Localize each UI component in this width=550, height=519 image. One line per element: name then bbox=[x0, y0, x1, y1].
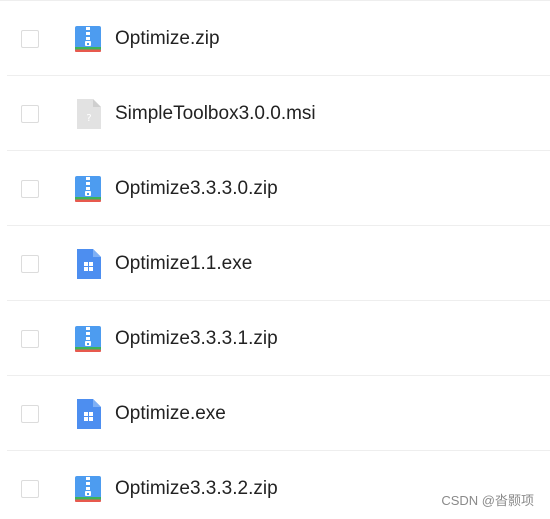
file-name[interactable]: SimpleToolbox3.0.0.msi bbox=[115, 103, 316, 125]
file-row[interactable]: Optimize.zip bbox=[0, 1, 550, 76]
file-name[interactable]: Optimize3.3.3.0.zip bbox=[115, 178, 278, 200]
zip-archive-icon bbox=[74, 475, 102, 503]
file-checkbox[interactable] bbox=[21, 254, 39, 273]
file-list: Optimize.zip ? SimpleToolbox3.0.0.msi Op… bbox=[0, 1, 550, 519]
file-name[interactable]: Optimize.exe bbox=[115, 403, 226, 425]
exe-file-icon bbox=[74, 398, 102, 429]
svg-text:?: ? bbox=[86, 113, 91, 124]
unknown-file-icon: ? bbox=[74, 98, 102, 129]
file-checkbox[interactable] bbox=[21, 29, 39, 48]
file-name[interactable]: Optimize.zip bbox=[115, 28, 220, 50]
zip-archive-icon bbox=[74, 175, 102, 203]
file-checkbox[interactable] bbox=[21, 179, 39, 198]
csdn-watermark: CSDN @沓颢项 bbox=[441, 493, 534, 508]
file-row[interactable]: Optimize.exe bbox=[0, 376, 550, 451]
zip-archive-icon bbox=[74, 25, 102, 53]
file-checkbox[interactable] bbox=[21, 479, 39, 498]
file-row[interactable]: Optimize1.1.exe bbox=[0, 226, 550, 301]
file-name[interactable]: Optimize3.3.3.2.zip bbox=[115, 478, 278, 500]
file-row[interactable]: Optimize3.3.3.0.zip bbox=[0, 151, 550, 226]
exe-file-icon bbox=[74, 248, 102, 279]
file-name[interactable]: Optimize1.1.exe bbox=[115, 253, 252, 275]
file-checkbox[interactable] bbox=[21, 104, 39, 123]
file-checkbox[interactable] bbox=[21, 329, 39, 348]
file-name[interactable]: Optimize3.3.3.1.zip bbox=[115, 328, 278, 350]
file-row[interactable]: ? SimpleToolbox3.0.0.msi bbox=[0, 76, 550, 151]
file-list-page: Optimize.zip ? SimpleToolbox3.0.0.msi Op… bbox=[0, 0, 550, 519]
zip-archive-icon bbox=[74, 325, 102, 353]
file-row[interactable]: Optimize3.3.3.1.zip bbox=[0, 301, 550, 376]
file-checkbox[interactable] bbox=[21, 404, 39, 423]
